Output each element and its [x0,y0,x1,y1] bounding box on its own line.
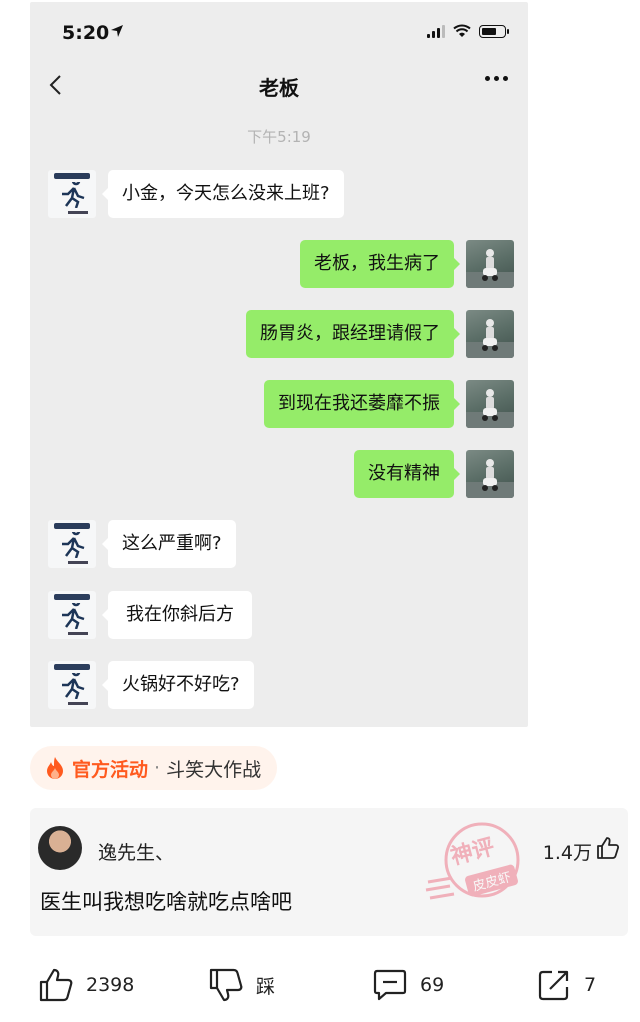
chat-message-sent: 老板，我生病了 [300,240,514,288]
wifi-icon [453,24,471,37]
battery-icon [479,24,509,38]
message-bubble[interactable]: 肠胃炎，跟经理请假了 [246,310,460,358]
status-time: 5:20 [62,22,110,44]
share-icon [538,970,569,1001]
comment-bubble-icon [373,969,407,1001]
boss-avatar[interactable] [48,591,96,639]
message-bubble[interactable]: 这么严重啊? [102,520,236,568]
fire-icon [47,757,63,779]
chat-message-received: 我在你斜后方 [48,591,252,639]
activity-label: 官方活动 [72,758,149,781]
commenter-name[interactable]: 逸先生、 [98,838,174,865]
dislike-button[interactable]: 踩 [208,958,275,1012]
chat-message-sent: 肠胃炎，跟经理请假了 [246,310,514,358]
chat-message-received: 小金，今天怎么没来上班? [48,170,344,218]
my-avatar[interactable] [466,380,514,428]
commenter-avatar[interactable] [38,826,82,870]
chat-message-sent: 没有精神 [354,450,514,498]
chat-message-received: 这么严重啊? [48,520,236,568]
my-avatar[interactable] [466,240,514,288]
chat-screenshot: 5:20 老板 下午5:19 小金，今天怎么没来上班? 老板，我生病了 肠胃炎，… [30,2,528,727]
message-bubble[interactable]: 到现在我还萎靡不振 [264,380,460,428]
cellular-signal-icon [427,24,445,38]
activity-separator: · [154,757,161,779]
top-comment-card[interactable]: 逸先生、 神评 皮皮虾 1.4万 医生叫我想吃啥就吃点啥吧 [30,808,628,936]
my-avatar[interactable] [466,310,514,358]
chat-message-received: 火锅好不好吃? [48,661,254,709]
thumbs-down-icon [209,968,243,1002]
status-bar: 5:20 [30,2,528,60]
more-options-icon[interactable] [485,76,508,81]
thumbs-up-icon [39,968,73,1002]
comment-count: 69 [420,974,445,996]
like-count: 2398 [86,974,135,996]
chat-message-sent: 到现在我还萎靡不振 [264,380,514,428]
chat-nav-bar: 老板 [30,60,528,110]
message-bubble[interactable]: 火锅好不好吃? [102,661,254,709]
message-bubble[interactable]: 小金，今天怎么没来上班? [102,170,344,218]
message-bubble[interactable]: 没有精神 [354,450,460,498]
chat-title: 老板 [259,76,299,100]
thumbs-up-icon[interactable] [596,836,620,860]
god-comment-stamp: 神评 皮皮虾 [422,812,542,912]
boss-avatar[interactable] [48,170,96,218]
comment-text: 医生叫我想吃啥就吃点啥吧 [40,890,292,914]
boss-avatar[interactable] [48,661,96,709]
activity-tag[interactable]: 官方活动 · 斗笑大作战 [30,746,278,790]
message-bubble[interactable]: 我在你斜后方 [102,591,252,639]
dislike-label: 踩 [256,975,276,998]
location-arrow-icon [111,25,123,37]
message-timestamp: 下午5:19 [247,128,311,146]
activity-name: 斗笑大作战 [166,758,262,781]
like-button[interactable]: 2398 [38,958,134,1012]
status-icons [427,24,509,38]
post-action-bar: 2398 踩 69 7 [0,958,640,1012]
comment-button[interactable]: 69 [372,958,444,1012]
comment-like-count: 1.4万 [542,842,592,864]
share-count: 7 [584,974,597,996]
my-avatar[interactable] [466,450,514,498]
boss-avatar[interactable] [48,520,96,568]
message-bubble[interactable]: 老板，我生病了 [300,240,460,288]
share-button[interactable]: 7 [536,958,596,1012]
